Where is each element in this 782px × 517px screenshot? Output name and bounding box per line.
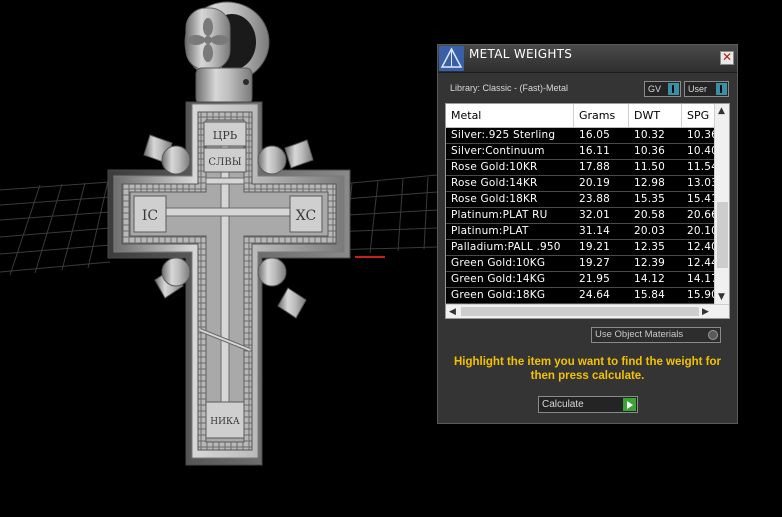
user-dropdown-label: User [688,84,708,94]
cell-dwt: 12.98 [634,177,666,189]
cross-pendant: ЦРЬ СЛВЫ IC XC НИКА [107,101,351,466]
use-object-materials-toggle[interactable]: Use Object Materials [591,327,721,343]
cell-dwt: 14.12 [634,273,666,285]
cell-dwt: 20.58 [634,209,666,221]
scroll-left-icon[interactable]: ◀ [449,305,456,318]
cell-dwt: 11.50 [634,161,666,173]
library-label: Library: Classic - (Fast)-Metal [450,83,569,93]
table-row[interactable]: Silver:.925 Sterling 16.05 10.32 10.36 [446,128,714,144]
cell-spg: 12.44 [687,257,714,269]
cell-spg: 10.40 [687,145,714,157]
cross-plaque-top: ЦРЬ [213,129,238,142]
cell-grams: 23.88 [579,193,611,205]
horizontal-scrollbar[interactable]: ◀ ▶ [446,304,729,318]
cell-grams: 32.01 [579,209,611,221]
use-object-materials-label: Use Object Materials [595,329,684,340]
dropdown-arrow-icon [716,83,727,95]
tri-pyramid-logo-icon [439,46,464,71]
table-row[interactable]: Rose Gold:14KR 20.19 12.98 13.03 [446,176,714,192]
cell-grams: 19.27 [579,257,611,269]
calculate-label: Calculate [542,399,584,410]
cell-grams: 21.95 [579,273,611,285]
metal-weights-panel: METAL WEIGHTS ✕ Library: Classic - (Fast… [437,44,738,424]
table-row[interactable]: Rose Gold:10KR 17.88 11.50 11.54 [446,160,714,176]
panel-titlebar[interactable]: METAL WEIGHTS ✕ [438,45,737,73]
table-row[interactable]: Silver:Continuum 16.11 10.36 10.40 [446,144,714,160]
gv-dropdown-label: GV [648,84,662,94]
gv-dropdown[interactable]: GV [644,81,681,97]
cell-grams: 16.05 [579,129,611,141]
scroll-right-icon[interactable]: ▶ [702,305,709,318]
cell-spg: 13.03 [687,177,714,189]
cell-metal: Green Gold:14KG [451,273,546,285]
table-row[interactable]: Platinum:PLAT 31.14 20.03 20.10 [446,224,714,240]
cell-spg: 20.10 [687,225,714,237]
cell-metal: Green Gold:10KG [451,257,546,269]
cell-metal: Palladium:PALL .950 [451,241,561,253]
user-dropdown[interactable]: User [684,81,729,97]
cell-metal: Platinum:PLAT [451,225,529,237]
cell-dwt: 15.35 [634,193,666,205]
scroll-down-icon[interactable]: ▼ [718,292,725,302]
cross-plaque-second: СЛВЫ [208,157,241,168]
cell-dwt: 12.39 [634,257,666,269]
cell-dwt: 15.84 [634,289,666,301]
horizontal-scroll-thumb[interactable] [461,307,699,316]
calculate-button[interactable]: Calculate [538,396,638,413]
table-header: Metal Grams DWT SPG [446,104,714,128]
cross-left-monogram: IC [142,208,158,224]
close-button[interactable]: ✕ [720,51,734,65]
table-row[interactable]: Rose Gold:18KR 23.88 15.35 15.41 [446,192,714,208]
cell-grams: 19.21 [579,241,611,253]
column-header-spg[interactable]: SPG [682,104,714,127]
column-header-dwt[interactable]: DWT [629,104,682,127]
cell-spg: 12.40 [687,241,714,253]
cell-metal: Rose Gold:10KR [451,161,538,173]
cell-metal: Rose Gold:14KR [451,177,538,189]
table-row[interactable]: Green Gold:14KG 21.95 14.12 14.17 [446,272,714,288]
play-icon [623,398,636,411]
cell-metal: Silver:.925 Sterling [451,129,556,141]
cell-metal: Green Gold:18KG [451,289,546,301]
cell-grams: 24.64 [579,289,611,301]
pendant-bail [184,1,270,105]
dropdown-arrow-icon [668,83,679,95]
cell-dwt: 20.03 [634,225,666,237]
scroll-up-icon[interactable]: ▲ [718,106,725,116]
instruction-text: Highlight the item you want to find the … [453,356,722,382]
table-row[interactable]: Palladium:PALL .950 19.21 12.35 12.40 [446,240,714,256]
table-row[interactable]: Green Gold:10KG 19.27 12.39 12.44 [446,256,714,272]
cell-grams: 20.19 [579,177,611,189]
table-row[interactable]: Platinum:PLAT RU 32.01 20.58 20.66 [446,208,714,224]
vertical-scrollbar[interactable]: ▲ ▼ [714,104,729,304]
column-header-grams[interactable]: Grams [574,104,629,127]
cross-right-monogram: XC [296,208,316,224]
cross-bottom-inscription: НИКА [210,417,240,427]
metal-weights-table: Metal Grams DWT SPG Silver:.925 Sterling… [445,103,730,319]
toggle-knob-icon [708,330,718,340]
cell-dwt: 12.35 [634,241,666,253]
column-header-metal[interactable]: Metal [446,104,574,127]
vertical-scroll-thumb[interactable] [717,202,728,268]
cell-metal: Rose Gold:18KR [451,193,538,205]
cell-spg: 15.41 [687,193,714,205]
cell-spg: 11.54 [687,161,714,173]
cell-metal: Silver:Continuum [451,145,545,157]
cell-dwt: 10.32 [634,129,666,141]
table-body: Silver:.925 Sterling16.0510.3210.36Silve… [446,128,714,304]
close-icon: ✕ [721,50,733,64]
cell-grams: 17.88 [579,161,611,173]
cell-metal: Platinum:PLAT RU [451,209,548,221]
cell-spg: 10.36 [687,129,714,141]
cell-grams: 16.11 [579,145,611,157]
cell-spg: 14.17 [687,273,714,285]
cell-spg: 15.90 [687,289,714,301]
panel-title: METAL WEIGHTS [469,47,573,61]
cell-grams: 31.14 [579,225,611,237]
cell-spg: 20.66 [687,209,714,221]
table-row[interactable]: Green Gold:18KG 24.64 15.84 15.90 [446,288,714,304]
cell-dwt: 10.36 [634,145,666,157]
